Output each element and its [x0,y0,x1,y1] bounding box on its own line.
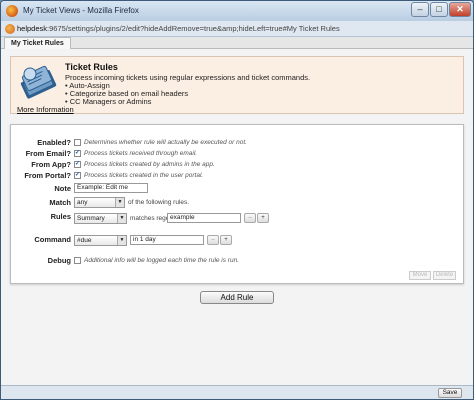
from-email-hint: Process tickets received through email. [84,150,198,157]
chevron-down-icon: ▼ [117,214,126,223]
tab-strip: My Ticket Rules [1,37,473,49]
from-email-checkbox[interactable]: ✓ [74,150,81,157]
from-portal-hint: Process tickets created in the user port… [84,172,204,179]
debug-checkbox[interactable] [74,257,81,264]
firefox-icon [6,5,18,17]
page-content: Ticket Rules Process incoming tickets us… [1,49,473,385]
maximize-button[interactable]: □ [430,2,448,17]
feature-list: Auto-Assign Categorize based on email he… [65,82,188,106]
rules-label: Rules [50,212,71,221]
add-rule-button[interactable]: Add Rule [200,291,274,304]
list-item: CC Managers or Admins [65,98,188,106]
rule-form: Enabled? Determines whether rule will ac… [10,124,464,284]
from-portal-label: From Portal? [24,171,71,180]
close-button[interactable]: ✕ [449,2,471,17]
rule-field-select[interactable]: Summary ▼ [74,213,127,224]
debug-hint: Additional info will be logged each time… [84,257,240,264]
move-button[interactable]: Move [409,271,431,280]
tab-my-ticket-rules[interactable]: My Ticket Rules [4,37,71,49]
note-label: Note [54,184,71,193]
command-value-field[interactable]: in 1 day [130,235,204,245]
from-email-label: From Email? [25,149,71,158]
match-suffix: of the following rules. [128,199,190,206]
more-information-link[interactable]: More Information [17,105,74,114]
add-command-button[interactable]: + [220,235,232,245]
address-bar[interactable]: helpdesk:9675/settings/plugins/2/edit?hi… [1,21,473,37]
enabled-checkbox[interactable] [74,139,81,146]
window-title: My Ticket Views - Mozilla Firefox [23,6,139,15]
command-select[interactable]: #due ▼ [74,235,127,246]
debug-label: Debug [47,256,71,265]
url-path: :9675/settings/plugins/2/edit?hideAddRem… [47,24,340,33]
minimize-button[interactable]: – [411,2,429,17]
footer-bar: Save [1,385,473,399]
from-app-hint: Process tickets created by admins in the… [84,161,215,168]
title-bar: My Ticket Views - Mozilla Firefox – □ ✕ [1,1,473,21]
command-label: Command [34,235,71,244]
chevron-down-icon: ▼ [117,236,126,245]
delete-button[interactable]: Delete [433,271,456,280]
browser-window: My Ticket Views - Mozilla Firefox – □ ✕ … [0,0,474,400]
site-favicon-icon [5,24,15,34]
rule-field-value: Summary [77,215,105,222]
rule-value-field[interactable]: example [167,213,241,223]
from-portal-checkbox[interactable]: ✓ [74,172,81,179]
from-app-label: From App? [31,160,71,169]
url-text[interactable]: helpdesk:9675/settings/plugins/2/edit?hi… [17,24,340,33]
info-panel: Ticket Rules Process incoming tickets us… [10,56,464,114]
enabled-label: Enabled? [37,138,71,147]
command-name-value: #due [77,237,92,244]
remove-rule-button[interactable]: – [244,213,256,223]
chevron-down-icon: ▼ [115,198,124,207]
enabled-hint: Determines whether rule will actually be… [84,139,247,146]
info-title: Ticket Rules [65,62,118,72]
remove-command-button[interactable]: – [207,235,219,245]
add-rule-row-button[interactable]: + [257,213,269,223]
from-app-checkbox[interactable]: ✓ [74,161,81,168]
save-button[interactable]: Save [438,388,462,398]
match-select[interactable]: any ▼ [74,197,125,208]
url-host: helpdesk [17,24,48,33]
ticket-rules-logo-icon [20,65,57,99]
match-selected-value: any [77,199,88,206]
note-field[interactable]: Example: Edit me [74,183,148,193]
match-label: Match [49,198,71,207]
